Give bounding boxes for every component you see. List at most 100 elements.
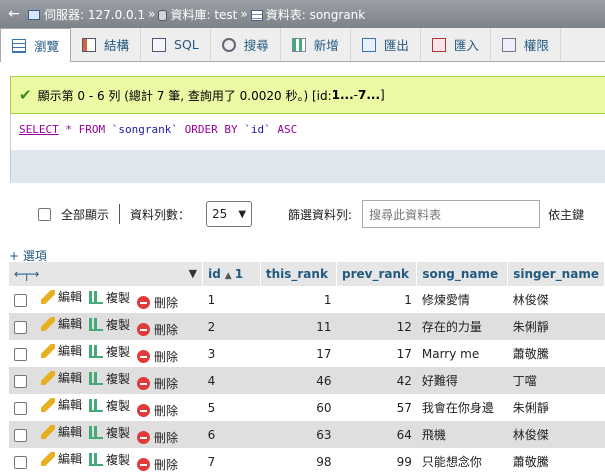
cell-song-name[interactable]: 好難得 [416, 367, 508, 394]
back-arrow-icon[interactable]: ← [0, 6, 28, 22]
cell-song-name[interactable]: Marry me [416, 340, 508, 367]
row-actions: 編輯 複製 刪除 [9, 421, 203, 448]
edit-button[interactable]: 編輯 [41, 369, 82, 386]
delete-button[interactable]: 刪除 [137, 348, 178, 365]
cell-id[interactable]: 1 [202, 286, 261, 313]
table-icon [250, 9, 263, 21]
tab-privileges[interactable]: 權限 [491, 28, 561, 61]
row-actions: 編輯 複製 刪除 [9, 367, 203, 394]
delete-button[interactable]: 刪除 [137, 294, 178, 311]
row-checkbox[interactable] [14, 455, 27, 469]
cell-song-name[interactable]: 修煉愛情 [416, 286, 508, 313]
cell-id[interactable]: 7 [202, 448, 261, 472]
breadcrumb-table[interactable]: 資料表: songrank [250, 6, 365, 23]
sql-select-keyword[interactable]: SELECT [19, 123, 59, 136]
cell-this-rank[interactable]: 60 [260, 394, 337, 421]
insert-icon [291, 37, 306, 52]
copy-button[interactable]: 複製 [89, 397, 130, 414]
cell-prev-rank[interactable]: 17 [336, 340, 417, 367]
copy-icon [89, 398, 104, 412]
edit-button[interactable]: 編輯 [41, 315, 82, 332]
show-all-checkbox[interactable] [38, 207, 51, 221]
cell-singer-name[interactable]: 林俊傑 [507, 286, 605, 313]
delete-button[interactable]: 刪除 [137, 456, 178, 472]
edit-button[interactable]: 編輯 [41, 423, 82, 440]
delete-button[interactable]: 刪除 [137, 402, 178, 419]
copy-button[interactable]: 複製 [89, 343, 130, 360]
column-header-this-rank[interactable]: this_rank [260, 262, 338, 286]
cell-song-name[interactable]: 只能想念你 [416, 448, 508, 472]
edit-button[interactable]: 編輯 [41, 396, 82, 413]
cell-prev-rank[interactable]: 99 [336, 448, 417, 472]
delete-button[interactable]: 刪除 [137, 429, 178, 446]
row-checkbox[interactable] [14, 374, 27, 388]
edit-button[interactable]: 編輯 [41, 288, 82, 305]
column-header-singer-name[interactable]: singer_name [507, 262, 605, 286]
cell-id[interactable]: 5 [202, 394, 261, 421]
filter-rows-input[interactable]: 搜尋此資料表 [362, 200, 541, 228]
cell-this-rank[interactable]: 17 [260, 340, 337, 367]
cell-this-rank[interactable]: 46 [260, 367, 337, 394]
column-header-id[interactable]: id ▲ 1 [202, 262, 261, 286]
tab-insert[interactable]: 新增 [281, 28, 351, 61]
breadcrumb-server[interactable]: 伺服器: 127.0.0.1 [28, 6, 145, 23]
cell-this-rank[interactable]: 63 [260, 421, 337, 448]
cell-singer-name[interactable]: 朱俐靜 [507, 394, 605, 421]
delete-button[interactable]: 刪除 [137, 375, 178, 392]
cell-prev-rank[interactable]: 1 [336, 286, 417, 313]
pencil-icon [41, 451, 55, 466]
cell-prev-rank[interactable]: 42 [336, 367, 417, 394]
structure-icon [82, 37, 97, 52]
cell-singer-name[interactable]: 朱俐靜 [507, 313, 605, 340]
copy-button[interactable]: 複製 [89, 370, 130, 387]
edit-button[interactable]: 編輯 [41, 342, 82, 359]
edit-button[interactable]: 編輯 [41, 450, 82, 467]
cell-id[interactable]: 6 [202, 421, 261, 448]
row-checkbox[interactable] [14, 428, 27, 442]
cell-singer-name[interactable]: 蕭敬騰 [507, 340, 605, 367]
tab-structure[interactable]: 結構 [71, 28, 142, 61]
column-header-prev-rank[interactable]: prev_rank [336, 262, 418, 286]
rows-per-page-select[interactable]: 25 ▼ [206, 201, 253, 227]
cell-this-rank[interactable]: 11 [260, 313, 337, 340]
breadcrumb-database[interactable]: 資料庫: test [158, 6, 237, 23]
cell-prev-rank[interactable]: 57 [336, 394, 417, 421]
cell-this-rank[interactable]: 1 [260, 286, 337, 313]
cell-id[interactable]: 4 [202, 367, 261, 394]
row-checkbox[interactable] [14, 293, 27, 307]
row-checkbox[interactable] [14, 320, 27, 334]
results-table: ←┬→ ▼ id ▲ 1 this_rank prev_rank song_name… [9, 262, 605, 472]
copy-button[interactable]: 複製 [89, 424, 130, 441]
cell-id[interactable]: 3 [202, 340, 261, 367]
cell-prev-rank[interactable]: 12 [336, 313, 417, 340]
tab-search[interactable]: 搜尋 [211, 28, 281, 61]
cell-song-name[interactable]: 飛機 [416, 421, 508, 448]
tab-sql[interactable]: SQL [141, 28, 211, 61]
cell-singer-name[interactable]: 蕭敬騰 [507, 448, 605, 472]
row-actions: 編輯 複製 刪除 [9, 313, 203, 340]
column-menu-dropdown-icon[interactable]: ▼ [189, 267, 197, 280]
cell-singer-name[interactable]: 林俊傑 [507, 421, 605, 448]
delete-button[interactable]: 刪除 [137, 321, 178, 338]
column-header-song-name[interactable]: song_name [416, 262, 509, 286]
cell-song-name[interactable]: 存在的力量 [416, 313, 508, 340]
row-checkbox[interactable] [14, 347, 27, 361]
sort-by-key-label: 依主鍵 [548, 207, 585, 222]
check-icon: ✔ [19, 86, 32, 104]
column-toggle-arrows-icon[interactable]: ←┬→ [14, 267, 39, 281]
tab-import[interactable]: 匯入 [421, 28, 491, 61]
cell-singer-name[interactable]: 丁噹 [507, 367, 605, 394]
table-row: 編輯 複製 刪除 5 60 57 我會在你身邊 朱俐靜 [9, 394, 605, 421]
row-checkbox[interactable] [14, 401, 27, 415]
tab-export[interactable]: 匯出 [351, 28, 421, 61]
copy-button[interactable]: 複製 [89, 451, 130, 468]
cell-prev-rank[interactable]: 64 [336, 421, 417, 448]
tab-browse[interactable]: 瀏覽 [0, 28, 72, 62]
copy-button[interactable]: 複製 [89, 316, 130, 333]
sql-query-display: SELECT * FROM `songrank` ORDER BY `id` A… [10, 114, 605, 150]
delete-icon [137, 323, 151, 336]
copy-button[interactable]: 複製 [89, 289, 130, 306]
cell-id[interactable]: 2 [202, 313, 261, 340]
cell-this-rank[interactable]: 98 [260, 448, 337, 472]
cell-song-name[interactable]: 我會在你身邊 [416, 394, 508, 421]
